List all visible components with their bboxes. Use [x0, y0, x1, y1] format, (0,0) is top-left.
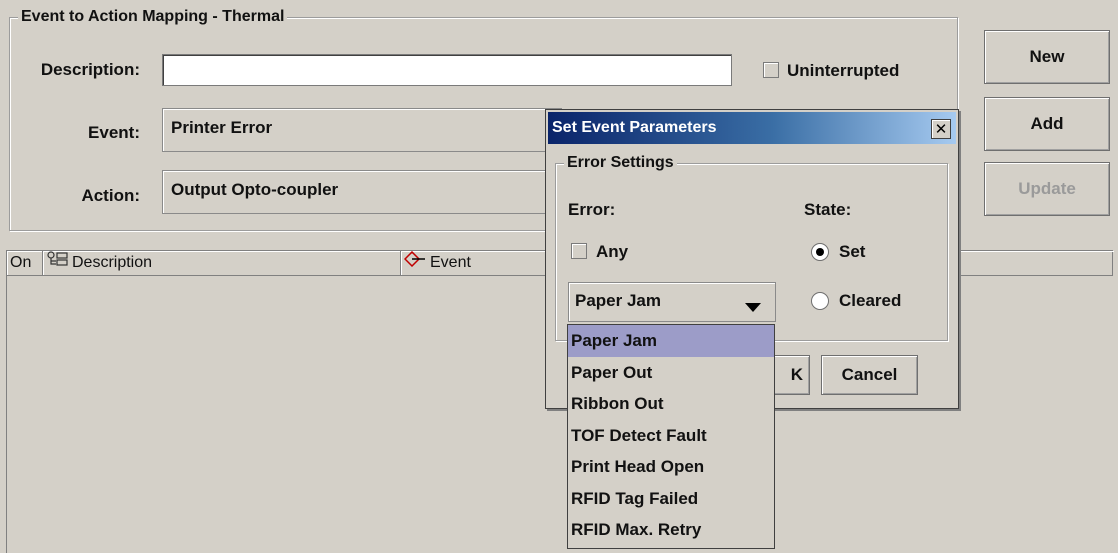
cancel-button[interactable]: Cancel — [821, 355, 918, 395]
error-label: Error: — [568, 200, 616, 219]
uninterrupted-checkbox[interactable] — [763, 62, 779, 78]
event-label: Event: — [88, 123, 140, 142]
group-title: Event to Action Mapping - Thermal — [18, 7, 288, 27]
dropdown-option-print-head-open[interactable]: Print Head Open — [568, 451, 774, 483]
action-select[interactable]: Output Opto-coupler — [162, 170, 562, 214]
any-label[interactable]: Any — [596, 242, 628, 262]
dialog-title: Set Event Parameters — [552, 119, 717, 136]
dialog-title-bar[interactable]: Set Event Parameters ✕ — [548, 112, 956, 144]
state-label: State: — [804, 200, 852, 219]
error-select[interactable]: Paper Jam — [568, 282, 776, 322]
dropdown-option-paper-jam[interactable]: Paper Jam — [568, 325, 774, 357]
dropdown-option-rfid-tag-failed[interactable]: RFID Tag Failed — [568, 483, 774, 515]
state-cleared-radio[interactable] — [811, 292, 829, 310]
column-on-label: On — [10, 254, 32, 271]
action-value: Output Opto-coupler — [171, 180, 339, 199]
event-value: Printer Error — [171, 118, 273, 137]
diamond-arrow-icon — [403, 250, 426, 275]
add-button[interactable]: Add — [984, 97, 1110, 151]
error-settings-title: Error Settings — [564, 153, 677, 173]
state-set-radio[interactable] — [811, 243, 829, 261]
any-checkbox[interactable] — [571, 243, 587, 259]
error-selected-value: Paper Jam — [575, 291, 661, 310]
column-on[interactable]: On — [7, 251, 43, 275]
new-button[interactable]: New — [984, 30, 1110, 84]
tree-node-icon — [46, 251, 68, 275]
column-description[interactable]: Description — [43, 251, 401, 275]
close-icon[interactable]: ✕ — [931, 119, 951, 139]
dropdown-option-paper-out[interactable]: Paper Out — [568, 357, 774, 389]
state-cleared-label[interactable]: Cleared — [839, 291, 901, 311]
dropdown-option-rfid-max-retry[interactable]: RFID Max. Retry — [568, 514, 774, 546]
update-button[interactable]: Update — [984, 162, 1110, 216]
error-dropdown-list[interactable]: Paper Jam Paper Out Ribbon Out TOF Detec… — [567, 324, 775, 549]
dropdown-option-ribbon-out[interactable]: Ribbon Out — [568, 388, 774, 420]
triangle-down-icon — [745, 298, 761, 318]
column-event-label: Event — [430, 254, 471, 271]
action-label: Action: — [81, 186, 140, 205]
state-set-label[interactable]: Set — [839, 242, 865, 262]
description-label: Description: — [40, 60, 140, 79]
ok-button-label: K — [790, 365, 803, 384]
column-description-label: Description — [72, 254, 153, 271]
dropdown-option-tof-detect-fault[interactable]: TOF Detect Fault — [568, 420, 774, 452]
uninterrupted-label[interactable]: Uninterrupted — [787, 61, 899, 81]
event-select[interactable]: Printer Error — [162, 108, 562, 152]
description-input[interactable] — [162, 54, 732, 86]
radio-selected-dot — [816, 248, 824, 256]
